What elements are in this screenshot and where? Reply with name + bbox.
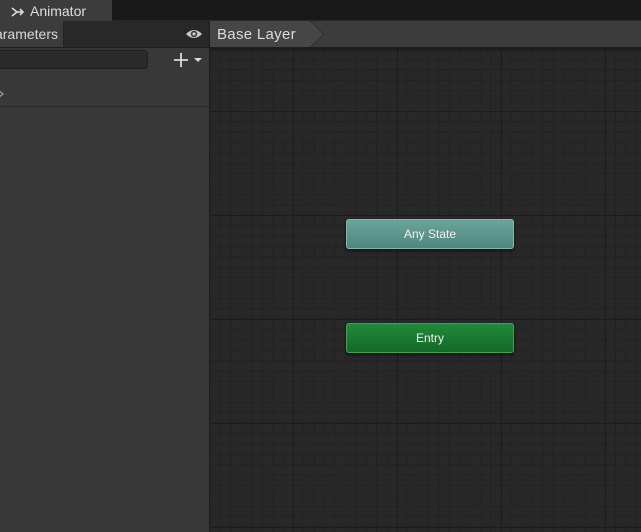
eye-icon[interactable]	[185, 27, 203, 41]
tab-parameters[interactable]: Parameters	[0, 21, 64, 47]
breadcrumb-bar: Base Layer	[210, 21, 641, 48]
tab-parameters-label: Parameters	[0, 26, 58, 42]
entry-node-label: Entry	[415, 331, 444, 345]
plus-dropdown-icon	[174, 53, 202, 67]
parameter-list-row[interactable]	[0, 76, 209, 107]
tab-animator[interactable]: Animator	[0, 0, 113, 21]
any-state-node-label: Any State	[403, 227, 457, 241]
state-machine-graph[interactable]: Base Layer Any State Entry	[210, 21, 641, 532]
tab-animator-label: Animator	[30, 2, 87, 19]
chevron-right-icon	[0, 85, 5, 98]
breadcrumb-base-layer[interactable]: Base Layer	[210, 21, 323, 47]
search-input[interactable]	[0, 50, 148, 69]
parameters-panel: Parameters	[0, 21, 210, 532]
window-tab-strip: Animator	[0, 0, 641, 21]
entry-node[interactable]: Entry	[346, 323, 514, 353]
animator-icon	[11, 5, 25, 17]
graph-top-shadow	[210, 48, 641, 52]
any-state-node[interactable]: Any State	[346, 219, 514, 249]
parameters-toolbar	[0, 48, 209, 74]
panel-tabs: Parameters	[0, 21, 209, 48]
add-parameter-button[interactable]	[171, 51, 205, 69]
breadcrumb-label: Base Layer	[217, 25, 296, 43]
